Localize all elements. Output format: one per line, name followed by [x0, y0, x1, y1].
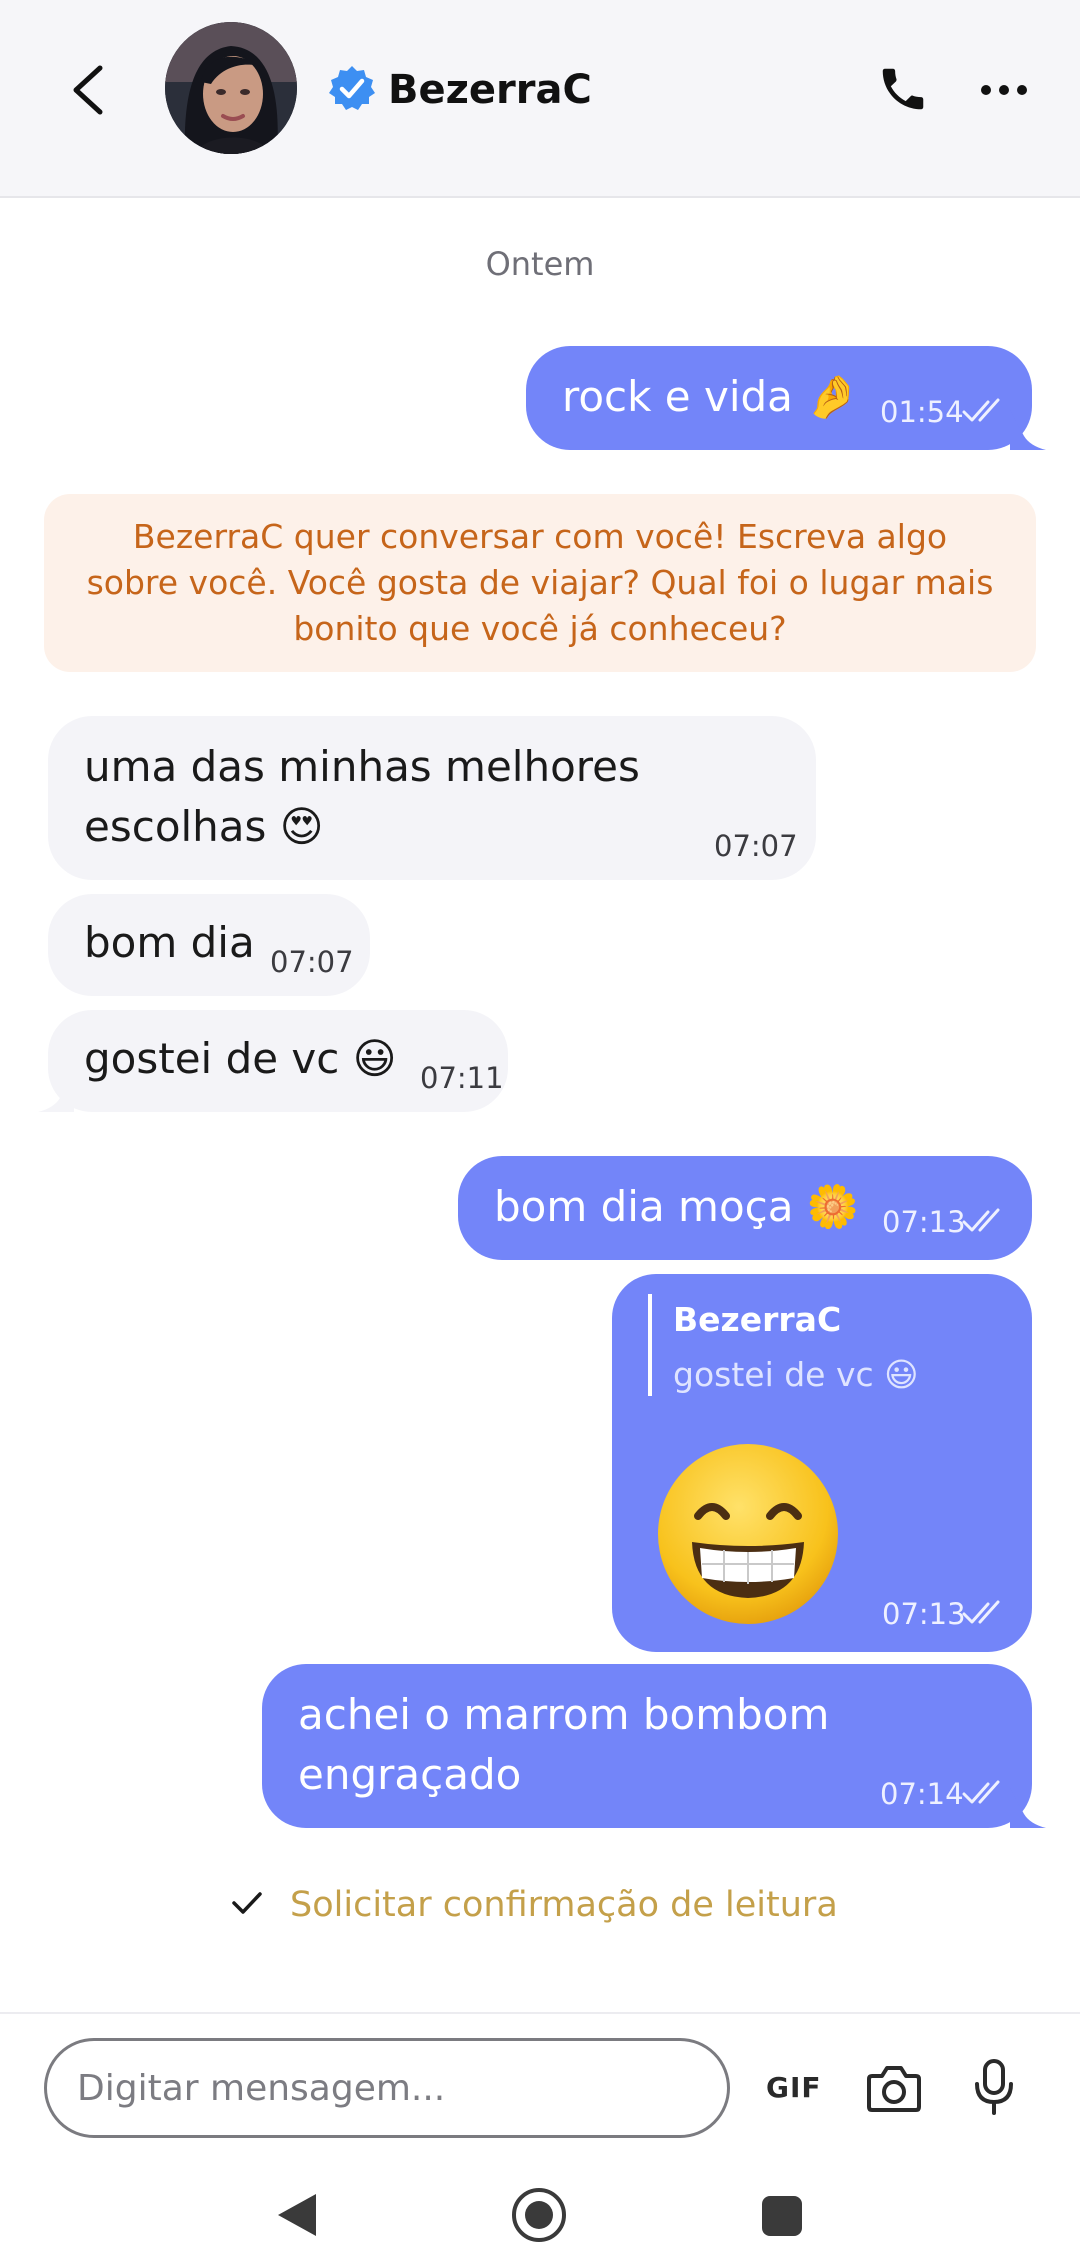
check-icon: [232, 1892, 262, 1914]
incoming-message[interactable]: uma das minhas melhores escolhas 😍 07:07: [48, 716, 816, 880]
bubble-tail: [1010, 410, 1046, 450]
double-check-icon: [962, 398, 1000, 422]
system-nav-bar: [0, 2160, 1080, 2260]
contact-name[interactable]: BezerraC: [388, 62, 592, 118]
camera-icon[interactable]: [866, 2062, 922, 2114]
message-time: 07:13: [882, 1597, 966, 1631]
message-text-line: achei o marrom bombom: [298, 1690, 830, 1739]
reply-quote-name[interactable]: BezerraC: [673, 1297, 841, 1343]
bubble-tail: [38, 1072, 74, 1112]
reply-quote-text[interactable]: gostei de vc 😃: [673, 1352, 919, 1398]
bubble-tail: [1010, 1788, 1046, 1828]
reply-quote-bar: [648, 1294, 652, 1396]
nav-back-icon[interactable]: [274, 2190, 320, 2240]
message-time: 07:11: [420, 1061, 504, 1095]
incoming-message[interactable]: bom dia 07:07: [48, 894, 370, 996]
double-check-icon: [962, 1780, 1000, 1804]
message-text: rock e vida 🤌: [562, 372, 859, 421]
message-time: 07:07: [270, 945, 354, 979]
message-time: 07:14: [880, 1777, 964, 1811]
message-time: 01:54: [880, 395, 964, 429]
message-text-line: uma das minhas melhores: [84, 742, 640, 791]
message-text: gostei de vc 😃: [84, 1034, 397, 1083]
message-text: bom dia moça 🌼: [494, 1182, 860, 1231]
more-icon[interactable]: [976, 70, 1032, 110]
nav-home-icon[interactable]: [510, 2186, 568, 2244]
message-input[interactable]: [44, 2038, 730, 2138]
gif-button[interactable]: GIF: [766, 2068, 822, 2108]
microphone-icon[interactable]: [972, 2058, 1016, 2116]
double-check-icon: [962, 1600, 1000, 1624]
grinning-emoji-icon: [658, 1444, 838, 1624]
outgoing-message[interactable]: achei o marrom bombom engraçado 07:14: [262, 1664, 1032, 1828]
outgoing-message[interactable]: rock e vida 🤌 01:54: [526, 346, 1032, 450]
double-check-icon: [962, 1208, 1000, 1232]
message-time: 07:07: [714, 829, 798, 863]
verified-badge-icon: [328, 64, 376, 112]
contact-avatar[interactable]: [165, 22, 297, 154]
read-receipt-label: Solicitar confirmação de leitura: [290, 1885, 838, 1925]
back-arrow-icon[interactable]: [66, 62, 110, 118]
outgoing-message[interactable]: bom dia moça 🌼 07:13: [458, 1156, 1032, 1260]
incoming-message[interactable]: gostei de vc 😃 07:11: [48, 1010, 508, 1112]
message-text-line: engraçado: [298, 1750, 522, 1799]
nav-recents-icon[interactable]: [760, 2194, 804, 2238]
system-banner: BezerraC quer conversar com você! Escrev…: [44, 494, 1036, 672]
message-text: bom dia: [84, 918, 255, 967]
date-separator: Ontem: [485, 245, 595, 283]
chat-header: BezerraC: [0, 0, 1080, 198]
message-text-line: escolhas 😍: [84, 802, 324, 851]
phone-icon[interactable]: [876, 62, 930, 116]
message-time: 07:13: [882, 1205, 966, 1239]
